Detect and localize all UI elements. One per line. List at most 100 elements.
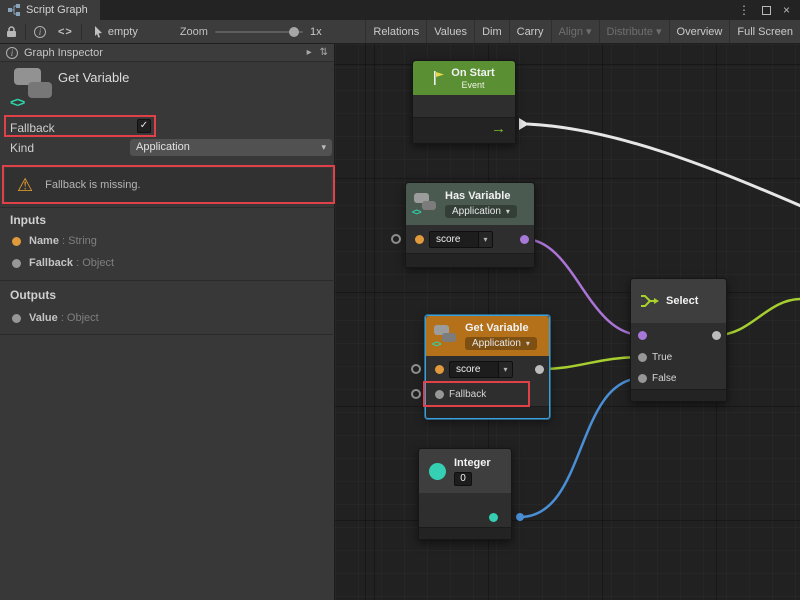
- distribute-button: Distribute ▾: [599, 20, 669, 43]
- graph-inspector-panel: i Graph Inspector ▸ ⇅ <> Get Variable Fa…: [0, 44, 335, 600]
- chevron-down-icon: ▾: [586, 25, 592, 38]
- carry-button[interactable]: Carry: [509, 20, 551, 43]
- integer-icon: [429, 463, 446, 480]
- unconnected-port-ring[interactable]: [391, 234, 401, 244]
- variable-unit-icon: <>: [433, 325, 458, 348]
- port-row: True: [631, 347, 726, 368]
- window-titlebar: Script Graph ⋮ ×: [0, 0, 800, 20]
- toolbar-separator: [81, 24, 82, 40]
- overview-button[interactable]: Overview: [669, 20, 730, 43]
- unconnected-port-ring[interactable]: [411, 364, 421, 374]
- node-get-variable[interactable]: <> Get Variable Application ▾ score ▾: [425, 315, 550, 419]
- dim-button[interactable]: Dim: [474, 20, 509, 43]
- script-graph-icon: [8, 4, 20, 16]
- kind-dropdown[interactable]: Application ▾: [465, 337, 537, 350]
- flow-arrow-icon[interactable]: →: [491, 120, 506, 137]
- node-header: On Start Event: [413, 61, 515, 95]
- code-view-icon[interactable]: <>: [52, 26, 79, 38]
- node-title: Integer: [454, 457, 491, 469]
- graph-toolbar: i <> empty Zoom 1x Relations Values Dim …: [0, 20, 800, 44]
- node-header: <> Has Variable Application ▾: [406, 183, 534, 225]
- graph-canvas[interactable]: On Start Event → <> Has Variable Applica…: [335, 44, 800, 600]
- chevron-down-icon: ▾: [506, 207, 510, 216]
- node-has-variable[interactable]: <> Has Variable Application ▾ score ▾: [405, 182, 535, 268]
- node-title: Get Variable: [465, 322, 537, 334]
- chevron-down-icon: ▾: [656, 25, 662, 38]
- values-button[interactable]: Values: [426, 20, 474, 43]
- fallback-port-row: Fallback: [426, 382, 549, 406]
- variable-unit-icon: <>: [413, 193, 438, 216]
- chevron-down-icon[interactable]: ▾: [499, 361, 513, 378]
- chevron-down-icon[interactable]: ▾: [479, 231, 493, 248]
- variable-name-field[interactable]: score ▾: [429, 231, 493, 248]
- dock-icon[interactable]: ▸: [307, 47, 312, 58]
- integer-value-field[interactable]: 0: [454, 472, 472, 486]
- close-icon[interactable]: ×: [783, 3, 790, 17]
- inspector-unit-title: Get Variable: [58, 70, 129, 85]
- wire-select-output[interactable]: [717, 299, 800, 335]
- align-button: Align ▾: [551, 20, 599, 43]
- node-title: Has Variable: [445, 190, 517, 202]
- node-header: <> Get Variable Application ▾: [426, 316, 549, 356]
- node-select[interactable]: Select True False: [630, 278, 727, 402]
- node-on-start[interactable]: On Start Event →: [412, 60, 516, 144]
- warning-text: Fallback is missing.: [45, 179, 140, 191]
- flow-port-triangle[interactable]: [519, 118, 529, 130]
- selection-indicator: empty: [94, 26, 138, 38]
- condition-input-port[interactable]: [638, 331, 647, 340]
- menu-icon[interactable]: ⋮: [738, 3, 750, 17]
- get-variable-unit-icon: <>: [10, 68, 54, 110]
- node-footer: [406, 253, 534, 267]
- integer-output-port[interactable]: [489, 513, 498, 522]
- inspector-input-row: Name : String: [0, 231, 335, 251]
- scroll-icon[interactable]: ⇅: [320, 47, 328, 58]
- variable-name-field[interactable]: score ▾: [449, 361, 513, 378]
- kind-dropdown[interactable]: Application ▾: [130, 139, 332, 156]
- inspector-title: Graph Inspector: [24, 47, 103, 59]
- tab-script-graph[interactable]: Script Graph: [0, 0, 100, 20]
- kind-label: Kind: [10, 141, 34, 155]
- check-icon: ✓: [140, 120, 148, 131]
- info-icon[interactable]: i: [28, 26, 52, 38]
- maximize-icon[interactable]: [762, 6, 771, 15]
- node-integer[interactable]: Integer 0: [418, 448, 512, 540]
- zoom-slider-handle[interactable]: [289, 27, 299, 37]
- chevron-down-icon: ▾: [526, 339, 530, 348]
- selection-output-port[interactable]: [712, 331, 721, 340]
- inspector-input-row: Fallback : Object: [0, 253, 335, 273]
- relations-button[interactable]: Relations: [365, 20, 426, 43]
- toolbar-separator: [25, 24, 26, 40]
- fallback-checkbox[interactable]: ✓: [137, 119, 151, 133]
- true-input-port[interactable]: [638, 353, 647, 362]
- port-row: score ▾: [426, 356, 549, 382]
- node-subtitle: Event: [451, 80, 494, 90]
- value-output-port[interactable]: [535, 365, 544, 374]
- fullscreen-button[interactable]: Full Screen: [729, 20, 800, 43]
- fallback-port-label: Fallback: [449, 389, 486, 400]
- inputs-heading: Inputs: [10, 213, 46, 227]
- false-port-label: False: [652, 373, 676, 384]
- port-row: score ▾: [406, 225, 534, 253]
- bool-output-port[interactable]: [520, 235, 529, 244]
- chevron-down-icon: ▾: [321, 139, 326, 156]
- name-input-port[interactable]: [435, 365, 444, 374]
- wire-onstart-flow[interactable]: [527, 124, 800, 206]
- tab-title: Script Graph: [26, 4, 88, 16]
- zoom-slider[interactable]: [215, 25, 303, 39]
- wire-getvariable-to-select-true[interactable]: [540, 357, 642, 369]
- selection-label: empty: [108, 26, 138, 38]
- divider: [0, 207, 335, 208]
- kind-dropdown[interactable]: Application ▾: [445, 205, 517, 218]
- name-input-port[interactable]: [415, 235, 424, 244]
- fallback-input-port[interactable]: [435, 390, 444, 399]
- lock-icon[interactable]: [0, 26, 23, 38]
- divider: [0, 334, 335, 335]
- inspector-header-icons: ▸ ⇅: [307, 47, 328, 58]
- false-input-port[interactable]: [638, 374, 647, 383]
- warning-box: ⚠ Fallback is missing.: [5, 168, 331, 202]
- port-row: [631, 323, 726, 347]
- node-title: Select: [666, 295, 698, 307]
- unconnected-port-ring[interactable]: [411, 389, 421, 399]
- inspector-output-row: Value : Object: [0, 308, 335, 328]
- info-icon: i: [6, 47, 18, 59]
